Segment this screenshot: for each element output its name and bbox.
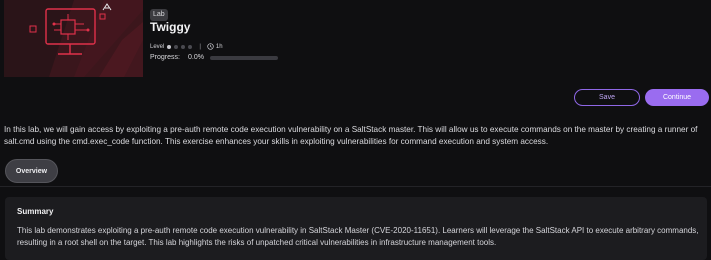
summary-card: Summary This lab demonstrates exploiting… <box>5 197 707 260</box>
duration: 1h <box>215 43 223 50</box>
lab-title: Twiggy <box>150 20 191 34</box>
progress-bar <box>210 55 278 60</box>
summary-title: Summary <box>17 207 54 216</box>
level-row: Level | 1h <box>150 42 223 51</box>
progress-label: Progress: <box>150 54 180 61</box>
progress-row: Progress: 0.0% <box>150 54 278 61</box>
separator: | <box>199 43 201 50</box>
lab-meta: Lab Twiggy Level | 1h Progress: 0.0% <box>150 3 278 61</box>
level-indicator <box>164 44 193 49</box>
divider <box>0 186 711 187</box>
level-label: Level <box>150 43 165 50</box>
lab-description: In this lab, we will gain access by expl… <box>4 125 698 146</box>
level-dot <box>188 44 193 49</box>
lab-banner <box>4 0 143 77</box>
level-dot <box>181 44 186 49</box>
level-dot <box>174 44 179 49</box>
save-button[interactable]: Save <box>574 89 640 106</box>
monitor-circuit-icon <box>29 0 143 77</box>
summary-text: This lab demonstrates exploiting a pre-a… <box>17 226 699 247</box>
tab-overview[interactable]: Overview <box>5 159 58 183</box>
continue-button[interactable]: Continue <box>645 89 709 106</box>
progress-percent: 0.0% <box>188 54 204 61</box>
level-dot <box>167 44 172 49</box>
lab-detail-page: Lab Twiggy Level | 1h Progress: 0.0% Sav… <box>0 0 711 260</box>
clock-icon <box>207 43 214 50</box>
